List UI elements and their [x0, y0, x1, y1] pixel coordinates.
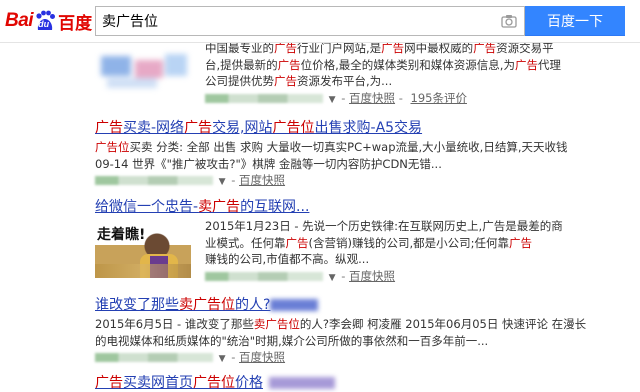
- result-3-title[interactable]: 给微信一个忠告-卖广告的互联网...: [95, 196, 625, 216]
- results-list: 中国最专业的广告行业门户网站,是广告网中最权威的广告资源交易平 台,提供最新的广…: [0, 0, 640, 392]
- result-1: 中国最专业的广告行业门户网站,是广告网中最权威的广告资源交易平 台,提供最新的广…: [205, 40, 625, 106]
- result-4: 谁改变了那些卖广告位的人? 2015年6月5日 - 谁改变了那些卖广告位的人?李…: [95, 294, 625, 365]
- source-url-blurred[interactable]: [95, 176, 213, 185]
- cache-link[interactable]: 百度快照: [239, 173, 285, 187]
- result-3-body: 2015年1月23日 - 先说一个历史铁律:在互联网历史上,广告是最差的商 业模…: [205, 218, 625, 284]
- result-4-title[interactable]: 谁改变了那些卖广告位的人?: [95, 294, 625, 314]
- result-3-meta: ▼ - 百度快照: [205, 268, 625, 284]
- source-url-blurred[interactable]: [205, 93, 323, 103]
- result-1-meta: ▼ - 百度快照 - 195条评价: [205, 90, 625, 106]
- review-count-link[interactable]: 195条评价: [411, 91, 467, 105]
- result-1-thumbnail[interactable]: [95, 50, 195, 95]
- paw-icon: du: [34, 10, 56, 32]
- search-box: [95, 6, 525, 36]
- result-5: 广告买卖网首页广告位价格: [95, 372, 625, 392]
- result-2: 广告买卖-网络广告交易,网站广告位出售求购-A5交易 广告位买卖 分类: 全部 …: [95, 117, 625, 188]
- result-3-snippet: 2015年1月23日 - 先说一个历史铁律:在互联网历史上,广告是最差的商 业模…: [205, 219, 563, 266]
- camera-icon[interactable]: [501, 13, 517, 29]
- dropdown-arrow-icon[interactable]: ▼: [329, 95, 336, 105]
- baidu-logo[interactable]: Bai du 百度: [5, 9, 92, 34]
- blurred-title-tail: [270, 299, 319, 311]
- dropdown-arrow-icon[interactable]: ▼: [329, 273, 336, 283]
- cache-link[interactable]: 百度快照: [239, 350, 285, 364]
- result-2-title[interactable]: 广告买卖-网络广告交易,网站广告位出售求购-A5交易: [95, 117, 625, 137]
- search-header: Bai du 百度 百度一下: [0, 0, 640, 43]
- thumbnail-caption: 走着瞧!: [97, 227, 146, 243]
- search-button[interactable]: 百度一下: [525, 6, 625, 36]
- result-3: 给微信一个忠告-卖广告的互联网...: [95, 196, 625, 216]
- result-5-title[interactable]: 广告买卖网首页广告位价格: [95, 372, 625, 392]
- dropdown-arrow-icon[interactable]: ▼: [219, 177, 226, 187]
- blurred-title-tail: [269, 377, 335, 389]
- result-4-meta: ▼ - 百度快照: [95, 349, 625, 365]
- cache-link[interactable]: 百度快照: [349, 269, 395, 283]
- result-2-meta: ▼ - 百度快照: [95, 172, 625, 188]
- source-url-blurred[interactable]: [95, 353, 213, 362]
- dropdown-arrow-icon[interactable]: ▼: [219, 354, 226, 364]
- result-2-snippet: 广告位买卖 分类: 全部 出售 求购 大量收一切真实PC+wap流量,大小量统收…: [95, 140, 568, 171]
- result-1-snippet: 中国最专业的广告行业门户网站,是广告网中最权威的广告资源交易平 台,提供最新的广…: [205, 41, 561, 88]
- cache-link[interactable]: 百度快照: [349, 91, 395, 105]
- result-4-snippet: 2015年6月5日 - 谁改变了那些卖广告位的人?李会卿 柯凌雁 2015年06…: [95, 317, 587, 348]
- result-3-thumbnail[interactable]: 走着瞧!: [95, 218, 191, 278]
- search-input[interactable]: [102, 11, 482, 31]
- source-url-blurred[interactable]: [205, 271, 323, 281]
